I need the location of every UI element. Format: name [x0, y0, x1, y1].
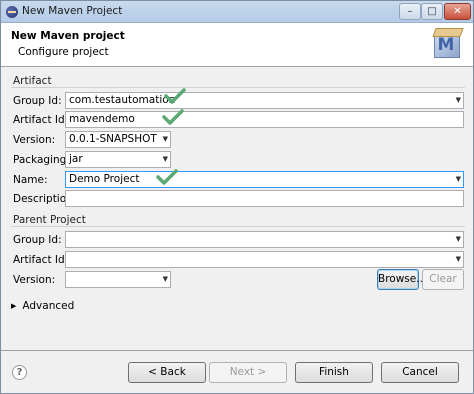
clear-button[interactable]: Clear: [422, 269, 464, 290]
packaging-combo[interactable]: jar ▼: [65, 151, 171, 168]
artifact-id-field[interactable]: mavendemo: [65, 111, 464, 128]
maven-logo-icon: M: [432, 28, 462, 60]
maximize-button[interactable]: □: [421, 3, 443, 20]
group-id-value: com.testautomation: [69, 94, 176, 106]
version-value: 0.0.1-SNAPSHOT: [69, 133, 157, 145]
wizard-description: Configure project: [18, 46, 109, 58]
advanced-expander[interactable]: ▶ Advanced: [11, 300, 74, 312]
chevron-down-icon[interactable]: ▼: [163, 272, 168, 287]
minimize-button[interactable]: –: [399, 3, 421, 20]
expand-triangle-icon: ▶: [11, 302, 17, 310]
parent-artifact-id-label: Artifact Id:: [13, 254, 69, 266]
title-bar: New Maven Project – □ ✕: [1, 1, 473, 23]
packaging-value: jar: [69, 153, 83, 165]
new-maven-project-dialog: New Maven Project – □ ✕ New Maven projec…: [0, 0, 474, 394]
back-button[interactable]: < Back: [128, 362, 206, 383]
check-icon: [156, 169, 178, 185]
footer-divider: [1, 350, 473, 351]
artifact-section-label: Artifact: [13, 75, 52, 87]
parent-group-id-combo[interactable]: ▼: [65, 231, 464, 248]
group-id-label: Group Id:: [13, 95, 62, 107]
advanced-label: Advanced: [22, 300, 75, 312]
version-combo[interactable]: 0.0.1-SNAPSHOT ▼: [65, 131, 171, 148]
maven-logo-letter: M: [437, 35, 455, 55]
description-field[interactable]: [65, 190, 464, 207]
name-label: Name:: [13, 174, 48, 186]
wizard-header: New Maven project Configure project M: [1, 23, 473, 67]
cancel-button[interactable]: Cancel: [381, 362, 459, 383]
next-button[interactable]: Next >: [209, 362, 287, 383]
help-icon[interactable]: ?: [12, 365, 27, 380]
check-icon: [162, 109, 184, 125]
parent-artifact-id-combo[interactable]: ▼: [65, 251, 464, 268]
close-button[interactable]: ✕: [444, 3, 471, 20]
browse-button[interactable]: Browse...: [377, 269, 426, 290]
parent-version-label: Version:: [13, 274, 56, 286]
parent-version-combo[interactable]: ▼: [65, 271, 171, 288]
chevron-down-icon[interactable]: ▼: [163, 152, 168, 167]
packaging-label: Packaging:: [13, 154, 70, 166]
artifact-id-label: Artifact Id:: [13, 114, 69, 126]
eclipse-icon: [6, 6, 18, 18]
name-combo[interactable]: Demo Project ▼: [65, 171, 464, 188]
chevron-down-icon[interactable]: ▼: [456, 232, 461, 247]
group-id-combo[interactable]: com.testautomation ▼: [65, 92, 464, 109]
parent-group-id-label: Group Id:: [13, 234, 62, 246]
artifact-id-value: mavendemo: [69, 113, 135, 125]
finish-button[interactable]: Finish: [295, 362, 373, 383]
chevron-down-icon[interactable]: ▼: [456, 93, 461, 108]
parent-divider: [11, 226, 465, 227]
parent-project-section-label: Parent Project: [13, 214, 86, 226]
wizard-title: New Maven project: [11, 30, 125, 42]
chevron-down-icon[interactable]: ▼: [456, 172, 461, 187]
name-value: Demo Project: [69, 173, 140, 185]
chevron-down-icon[interactable]: ▼: [163, 132, 168, 147]
window-title: New Maven Project: [22, 5, 123, 17]
artifact-divider: [11, 87, 465, 88]
chevron-down-icon[interactable]: ▼: [456, 252, 461, 267]
version-label: Version:: [13, 134, 56, 146]
check-icon: [164, 88, 186, 104]
